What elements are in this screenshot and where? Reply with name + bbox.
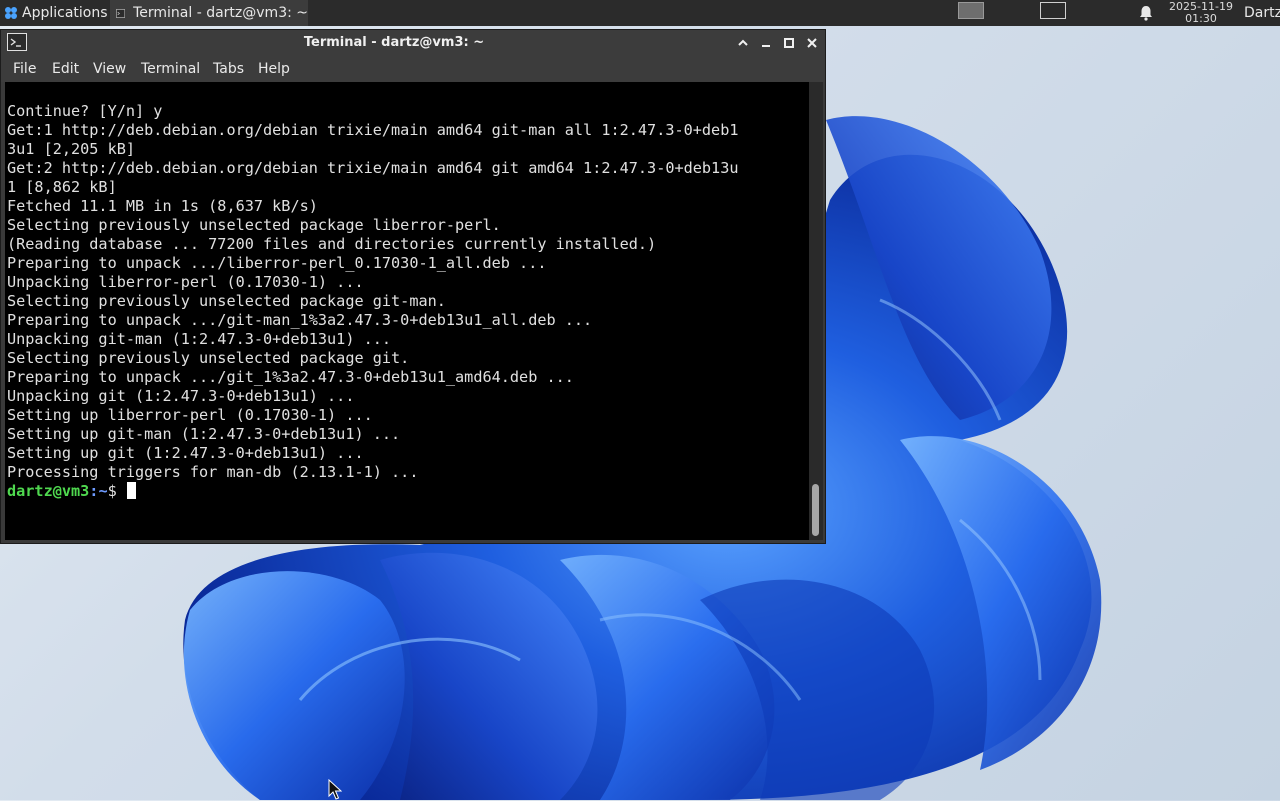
terminal-line: Unpacking liberror-perl (0.17030-1) ... — [7, 273, 364, 291]
terminal-output[interactable]: Continue? [Y/n] y Get:1 http://deb.debian… — [5, 82, 809, 540]
terminal-line: Unpacking git (1:2.47.3-0+deb13u1) ... — [7, 387, 355, 405]
terminal-line: Processing triggers for man-db (2.13.1-1… — [7, 463, 419, 481]
terminal-line: Preparing to unpack .../liberror-perl_0.… — [7, 254, 547, 272]
workspace-2[interactable] — [1040, 2, 1066, 19]
clock-time: 01:30 — [1185, 12, 1217, 25]
applications-label: Applications — [22, 5, 108, 21]
panel-clock[interactable]: 2025-11-19 01:30 — [1162, 0, 1240, 25]
window-titlebar[interactable]: Terminal - dartz@vm3: ~ — [1, 30, 825, 56]
terminal-line: Get:1 http://deb.debian.org/debian trixi… — [7, 121, 739, 139]
minimize-icon[interactable] — [757, 34, 775, 52]
terminal-scrollbar[interactable] — [809, 82, 823, 540]
terminal-line: Preparing to unpack .../git_1%3a2.47.3-0… — [7, 368, 574, 386]
terminal-line: Setting up git-man (1:2.47.3-0+deb13u1) … — [7, 425, 401, 443]
terminal-line: Selecting previously unselected package … — [7, 349, 410, 367]
menu-help[interactable]: Help — [258, 56, 290, 82]
notification-bell-icon[interactable] — [1137, 4, 1155, 22]
terminal-line: Continue? [Y/n] y — [7, 102, 163, 120]
scrollbar-thumb[interactable] — [812, 484, 819, 536]
prompt-symbol: $ — [107, 482, 126, 500]
taskbar-button-terminal[interactable]: Terminal - dartz@vm3: ~ — [110, 0, 308, 26]
text-cursor — [126, 482, 136, 499]
chevron-up-icon[interactable] — [734, 34, 752, 52]
close-icon[interactable] — [803, 34, 821, 52]
terminal-line: Unpacking git-man (1:2.47.3-0+deb13u1) .… — [7, 330, 392, 348]
menu-edit[interactable]: Edit — [52, 56, 79, 82]
window-title: Terminal - dartz@vm3: ~ — [303, 35, 485, 50]
window-menubar: File Edit View Terminal Tabs Help — [1, 56, 825, 82]
terminal-line: Selecting previously unselected package … — [7, 216, 501, 234]
terminal-line: Get:2 http://deb.debian.org/debian trixi… — [7, 159, 739, 177]
prompt-user: dartz@vm3 — [7, 482, 90, 500]
terminal-line: Fetched 11.1 MB in 1s (8,637 kB/s) — [7, 197, 318, 215]
menu-terminal[interactable]: Terminal — [141, 56, 200, 82]
user-menu[interactable]: Dartz — [1244, 0, 1280, 26]
terminal-line: 1 [8,862 kB] — [7, 178, 117, 196]
workspace-1[interactable] — [958, 2, 984, 19]
taskbar-button-label: Terminal - dartz@vm3: ~ — [133, 5, 308, 21]
maximize-icon[interactable] — [780, 34, 798, 52]
terminal-line: Setting up liberror-perl (0.17030-1) ... — [7, 406, 373, 424]
prompt-path: :~ — [89, 482, 108, 500]
terminal-line: Setting up git (1:2.47.3-0+deb13u1) ... — [7, 444, 364, 462]
terminal-window: Terminal - dartz@vm3: ~ File Edit View T… — [0, 29, 826, 544]
terminal-line: 3u1 [2,205 kB] — [7, 140, 136, 158]
terminal-line: Preparing to unpack .../git-man_1%3a2.47… — [7, 311, 593, 329]
applications-menu[interactable]: Applications — [0, 0, 114, 26]
menu-view[interactable]: View — [93, 56, 126, 82]
terminal-icon — [116, 8, 126, 18]
menu-file[interactable]: File — [13, 56, 36, 82]
top-panel: Applications Terminal - dartz@vm3: ~ 202… — [0, 0, 1280, 26]
menu-tabs[interactable]: Tabs — [213, 56, 244, 82]
mouse-pointer-icon — [328, 779, 342, 800]
terminal-line: Selecting previously unselected package … — [7, 292, 446, 310]
terminal-line: (Reading database ... 77200 files and di… — [7, 235, 657, 253]
applications-icon — [5, 7, 17, 19]
shell-prompt-line[interactable]: dartz@vm3:~$ — [7, 482, 809, 501]
